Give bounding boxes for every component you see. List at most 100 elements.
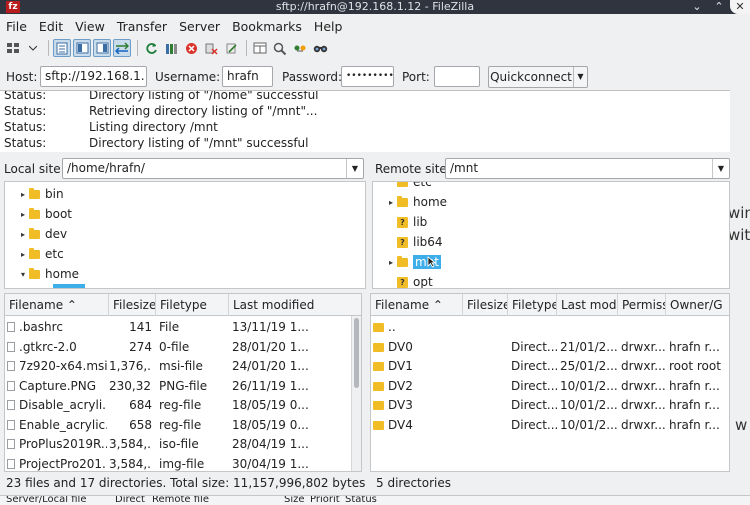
table-row[interactable]: DV4 Direct... 10/01/2... drwxr... hrafn … (371, 416, 729, 436)
table-row[interactable]: Enable_acrylic... 658 reg-file 18/05/19 … (5, 416, 361, 436)
search-icon[interactable] (311, 39, 329, 57)
table-row[interactable]: Disable_acryli... 684 reg-file 18/05/19 … (5, 396, 361, 416)
menu-bookmarks[interactable]: Bookmarks (226, 17, 308, 37)
cancel-icon[interactable] (182, 39, 200, 57)
quickconnect-label[interactable]: Quickconnect (489, 67, 573, 87)
tree-item-lib[interactable]: ? lib (385, 212, 427, 232)
column-filetype[interactable]: Filetype (156, 294, 229, 316)
background-text-3: w (735, 416, 748, 434)
table-row[interactable]: DV3 Direct... 10/01/2... drwxr... hrafn … (371, 396, 729, 416)
tree-item-dev[interactable]: ▸ dev (17, 224, 67, 244)
file-size: 3,584,... (109, 437, 152, 451)
remote-file-list[interactable]: Filename ⌃ Filesize Filetype Last modifi… (370, 293, 730, 472)
remote-directory-tree[interactable]: etc ▸ home ? lib ? lib64 ▸ mnt ? opt (372, 181, 730, 289)
toggle-log-icon[interactable] (53, 39, 71, 57)
table-row[interactable]: DV2 Direct... 10/01/2... drwxr... hrafn … (371, 377, 729, 397)
column-last-modified[interactable]: Last modified (229, 294, 361, 316)
queue-column-remote-file[interactable]: Remote file (152, 496, 209, 505)
sync-browse-icon[interactable] (291, 39, 309, 57)
table-row[interactable]: Capture.PNG 230,325 PNG-file 26/11/19 1.… (5, 377, 361, 397)
reconnect-icon[interactable] (222, 39, 240, 57)
local-site-input[interactable]: /home/hrafn/ ▼ (62, 158, 364, 179)
table-row[interactable]: ProPlus2019R... 3,584,... iso-file 28/04… (5, 435, 361, 455)
tree-item-mnt[interactable]: ▸ mnt (385, 252, 441, 272)
close-button[interactable]: ✕ (730, 0, 750, 14)
password-input[interactable]: ••••••••• (341, 66, 394, 87)
tree-item-etc[interactable]: etc (385, 182, 432, 192)
menu-view[interactable]: View (69, 17, 111, 37)
remote-site-input[interactable]: /mnt ▼ (445, 158, 730, 179)
port-input[interactable] (434, 66, 480, 87)
column-filesize[interactable]: Filesize (109, 294, 156, 316)
tree-item-bin[interactable]: ▸ bin (17, 184, 64, 204)
toggle-local-tree-icon[interactable] (73, 39, 91, 57)
queue-column-server-local[interactable]: Server/Local file (6, 496, 87, 505)
menu-file[interactable]: File (0, 17, 33, 37)
local-list-scrollbar[interactable] (351, 316, 361, 471)
scrollbar-thumb[interactable] (354, 318, 359, 388)
column-last-modified[interactable]: Last modifi (557, 294, 618, 316)
table-row[interactable]: DV1 Direct... 25/01/2... drwxr... root r… (371, 357, 729, 377)
minimize-button[interactable]: ⌄ (686, 0, 708, 14)
column-filename[interactable]: Filename ⌃ (5, 294, 109, 316)
local-file-list[interactable]: Filename ⌃ Filesize Filetype Last modifi… (4, 293, 362, 472)
quickconnect-dropdown-icon[interactable]: ▼ (573, 67, 587, 87)
menu-help[interactable]: Help (308, 17, 349, 37)
column-owner-group[interactable]: Owner/G (666, 294, 729, 316)
host-input[interactable]: sftp://192.168.1.1 (40, 66, 147, 87)
table-row[interactable]: .. (371, 318, 729, 338)
expand-icon[interactable]: ▸ (17, 210, 29, 219)
remote-status-text: 5 directories (376, 476, 451, 490)
username-input[interactable]: hrafn (222, 66, 273, 87)
expand-icon[interactable]: ▸ (385, 198, 397, 207)
menu-server[interactable]: Server (173, 17, 226, 37)
file-modified: 28/04/19 1... (232, 437, 309, 451)
directory-comparison-icon[interactable] (251, 39, 269, 57)
toggle-queue-icon[interactable] (113, 39, 131, 57)
expand-icon[interactable]: ▸ (17, 230, 29, 239)
column-filetype[interactable]: Filetype (508, 294, 557, 316)
site-manager-icon[interactable] (4, 39, 22, 57)
local-site-label: Local site: (4, 162, 65, 176)
tree-item-home[interactable]: ▸ home (385, 192, 447, 212)
chevron-down-icon[interactable]: ▼ (712, 159, 729, 178)
expand-icon[interactable]: ▸ (385, 258, 397, 267)
filter-icon[interactable] (271, 39, 289, 57)
collapse-icon[interactable]: ▾ (17, 270, 29, 279)
file-icon (7, 380, 15, 391)
file-modified: 10/01/2... (560, 398, 618, 412)
file-name: ProPlus2019R... (19, 437, 107, 451)
tree-item-etc[interactable]: ▸ etc (17, 244, 64, 264)
expand-icon[interactable]: ▸ (17, 190, 29, 199)
tree-item-opt[interactable]: ? opt (385, 272, 433, 288)
column-permissions[interactable]: Permissi (618, 294, 666, 316)
queue-column-size[interactable]: Size (284, 496, 305, 505)
transfer-queue[interactable]: Server/Local file Direct Remote file Siz… (0, 495, 750, 505)
tree-item-boot[interactable]: ▸ boot (17, 204, 72, 224)
queue-column-priority[interactable]: Priorit (310, 496, 340, 505)
queue-column-status[interactable]: Status (345, 496, 377, 505)
tree-item-lib64[interactable]: ? lib64 (385, 232, 443, 252)
refresh-icon[interactable] (142, 39, 160, 57)
quickconnect-button[interactable]: Quickconnect ▼ (488, 66, 588, 88)
expand-icon[interactable]: ▸ (17, 250, 29, 259)
dropdown-icon[interactable] (24, 39, 42, 57)
menu-transfer[interactable]: Transfer (111, 17, 173, 37)
column-filename[interactable]: Filename ⌃ (371, 294, 463, 316)
maximize-button[interactable]: ⌃ (708, 0, 730, 14)
process-queue-icon[interactable] (162, 39, 180, 57)
table-row[interactable]: DV0 Direct... 21/01/2... drwxr... hrafn … (371, 338, 729, 358)
queue-column-direction[interactable]: Direct (115, 496, 145, 505)
local-directory-tree[interactable]: ▸ bin ▸ boot ▸ dev ▸ etc ▾ home (4, 181, 366, 289)
table-row[interactable]: 7z920-x64.msi 1,376,... msi-file 24/01/2… (5, 357, 361, 377)
message-log[interactable]: Status: Directory listing of "/home" suc… (0, 90, 730, 152)
table-row[interactable]: ProjectPro201... 3,584,... img-file 30/0… (5, 455, 361, 472)
column-filesize[interactable]: Filesize (463, 294, 508, 316)
tree-item-home[interactable]: ▾ home (17, 264, 79, 284)
table-row[interactable]: .bashrc 141 File 13/11/19 1... (5, 318, 361, 338)
disconnect-icon[interactable] (202, 39, 220, 57)
toggle-remote-tree-icon[interactable] (93, 39, 111, 57)
table-row[interactable]: .gtkrc-2.0 274 0-file 28/01/20 1... (5, 338, 361, 358)
menu-edit[interactable]: Edit (33, 17, 69, 37)
chevron-down-icon[interactable]: ▼ (346, 159, 363, 178)
